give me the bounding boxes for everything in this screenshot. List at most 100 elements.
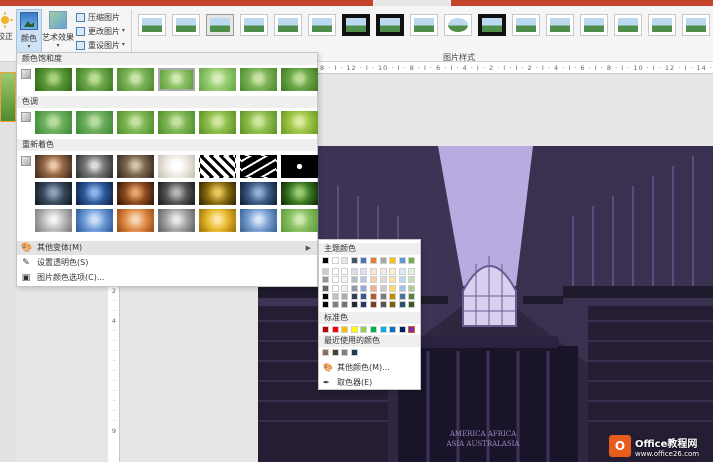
tone-preset[interactable] <box>281 111 318 134</box>
color-swatch[interactable] <box>389 268 397 276</box>
recolor-preset[interactable] <box>240 182 277 205</box>
picture-style[interactable] <box>648 14 676 36</box>
color-swatch[interactable] <box>341 349 349 356</box>
recolor-preset[interactable] <box>76 155 113 178</box>
color-swatch[interactable] <box>370 292 377 300</box>
picture-style[interactable] <box>410 14 438 36</box>
color-button[interactable]: 颜色 ▾ <box>16 9 42 53</box>
picture-style[interactable] <box>138 14 166 36</box>
recolor-preset[interactable] <box>76 182 113 205</box>
change-picture-button[interactable]: 更改图片 ▾ <box>76 25 136 37</box>
color-swatch[interactable] <box>322 292 329 300</box>
saturation-preset[interactable] <box>281 68 318 91</box>
color-swatch[interactable] <box>379 292 387 300</box>
tone-preset[interactable] <box>158 111 195 134</box>
tone-preset[interactable] <box>35 111 72 134</box>
color-swatch[interactable] <box>331 268 339 276</box>
color-swatch[interactable] <box>350 301 358 308</box>
tone-preset[interactable] <box>240 111 277 134</box>
color-swatch[interactable] <box>331 257 339 264</box>
color-swatch[interactable] <box>360 284 368 292</box>
color-swatch[interactable] <box>322 301 329 308</box>
color-swatch[interactable] <box>379 268 387 276</box>
color-swatch[interactable] <box>389 276 397 284</box>
picture-style[interactable] <box>614 14 642 36</box>
color-swatch[interactable] <box>408 268 416 276</box>
tone-preset[interactable] <box>76 111 113 134</box>
color-swatch[interactable] <box>360 301 368 308</box>
color-swatch[interactable] <box>398 301 406 308</box>
recolor-preset[interactable] <box>199 155 236 178</box>
recolor-preset[interactable] <box>199 182 236 205</box>
recolor-preset[interactable] <box>158 155 195 178</box>
recolor-preset[interactable] <box>240 209 277 232</box>
compress-pictures-button[interactable]: 压缩图片 <box>76 11 136 23</box>
color-swatch[interactable] <box>322 326 329 333</box>
color-swatch[interactable] <box>341 257 349 264</box>
picture-style[interactable] <box>546 14 574 36</box>
color-swatch[interactable] <box>331 326 339 333</box>
color-swatch[interactable] <box>408 284 416 292</box>
color-swatch[interactable] <box>408 257 416 264</box>
color-swatch[interactable] <box>370 326 377 333</box>
color-swatch[interactable] <box>389 257 397 264</box>
reset-picture-button[interactable]: 重设图片 ▾ <box>76 39 136 51</box>
color-swatch[interactable] <box>322 276 329 284</box>
color-swatch[interactable] <box>350 349 358 356</box>
picture-color-options-menu-item[interactable]: ▣ 图片颜色选项(C)... <box>17 271 317 285</box>
color-swatch[interactable] <box>322 268 329 276</box>
color-swatch[interactable] <box>370 301 377 308</box>
picture-style[interactable] <box>376 14 404 36</box>
color-swatch[interactable] <box>360 276 368 284</box>
tone-preset[interactable] <box>199 111 236 134</box>
picture-style[interactable] <box>444 14 472 36</box>
color-swatch[interactable] <box>341 326 349 333</box>
color-swatch[interactable] <box>379 301 387 308</box>
color-swatch[interactable] <box>370 284 377 292</box>
color-swatch[interactable] <box>398 257 406 264</box>
color-swatch[interactable] <box>370 257 377 264</box>
recolor-preset[interactable] <box>35 182 72 205</box>
picture-style[interactable] <box>172 14 200 36</box>
slide-thumbnail[interactable] <box>0 72 16 122</box>
saturation-preset[interactable] <box>199 68 236 91</box>
recolor-preset[interactable] <box>35 209 72 232</box>
recolor-preset[interactable] <box>240 155 277 178</box>
color-swatch[interactable] <box>350 292 358 300</box>
saturation-preset[interactable] <box>117 68 154 91</box>
color-swatch[interactable] <box>398 268 406 276</box>
color-swatch[interactable] <box>331 276 339 284</box>
color-swatch[interactable] <box>350 284 358 292</box>
picture-style[interactable] <box>342 14 370 36</box>
color-swatch[interactable] <box>331 301 339 308</box>
picture-style[interactable] <box>206 14 234 36</box>
color-swatch[interactable] <box>360 268 368 276</box>
saturation-preset[interactable] <box>240 68 277 91</box>
color-swatch[interactable] <box>379 326 387 333</box>
color-swatch[interactable] <box>341 276 349 284</box>
recolor-preset[interactable] <box>281 209 318 232</box>
picture-style[interactable] <box>478 14 506 36</box>
more-variants-menu-item[interactable]: 🎨 其他变体(M) ▶ <box>17 241 317 255</box>
recolor-preset[interactable] <box>158 182 195 205</box>
picture-style[interactable] <box>274 14 302 36</box>
color-swatch[interactable] <box>389 292 397 300</box>
more-colors-menu-item[interactable]: 🎨 其他颜色(M)... <box>319 361 420 374</box>
recolor-preset[interactable] <box>281 155 318 178</box>
color-swatch[interactable] <box>370 276 377 284</box>
color-swatch[interactable] <box>408 326 416 333</box>
color-swatch[interactable] <box>322 284 329 292</box>
eyedropper-menu-item[interactable]: ✒ 取色器(E) <box>319 376 420 389</box>
recolor-preset[interactable] <box>281 182 318 205</box>
color-swatch[interactable] <box>379 257 387 264</box>
color-swatch[interactable] <box>398 276 406 284</box>
color-swatch[interactable] <box>408 276 416 284</box>
recolor-preset[interactable] <box>117 182 154 205</box>
color-swatch[interactable] <box>350 257 358 264</box>
recolor-preset[interactable] <box>35 155 72 178</box>
picture-style[interactable] <box>512 14 540 36</box>
color-swatch[interactable] <box>370 268 377 276</box>
color-swatch[interactable] <box>341 301 349 308</box>
color-swatch[interactable] <box>379 276 387 284</box>
color-swatch[interactable] <box>350 326 358 333</box>
